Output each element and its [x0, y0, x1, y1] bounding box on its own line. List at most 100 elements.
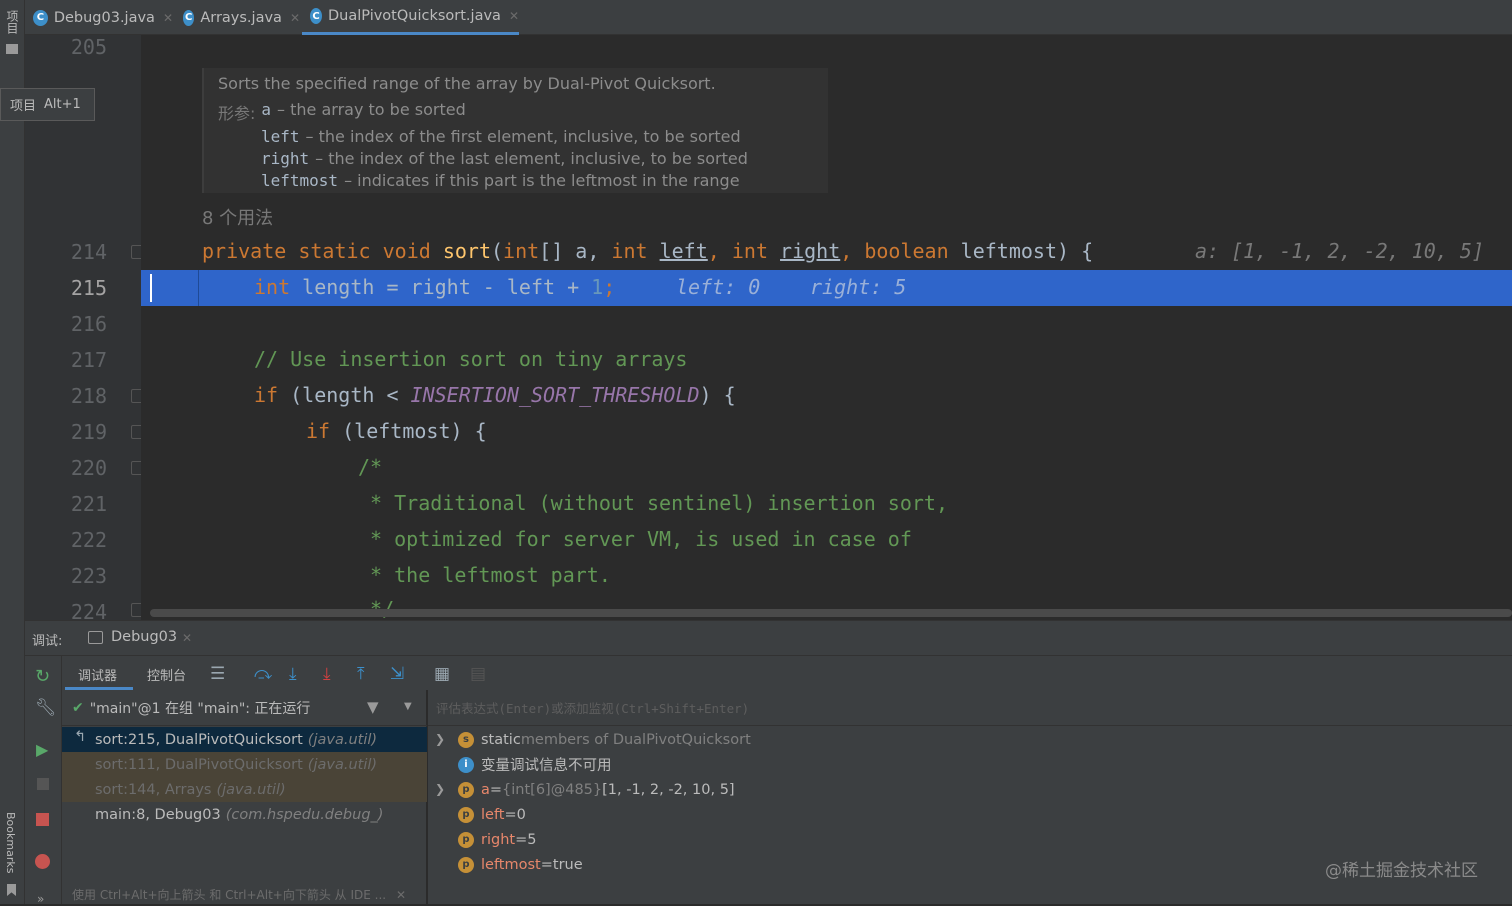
filter-icon[interactable]: ▼ — [367, 698, 379, 716]
class-icon: C — [183, 9, 195, 26]
frame-package: (com.hspedu.debug_) — [225, 806, 384, 823]
frame-row[interactable]: ↰ sort:215, DualPivotQuicksort (java.util… — [62, 727, 427, 752]
code-line-222[interactable]: * optimized for server VM, is used in ca… — [358, 527, 912, 551]
horizontal-scrollbar[interactable] — [150, 609, 1512, 617]
run-to-cursor-icon[interactable]: ⇲ — [390, 664, 404, 684]
code-line-214[interactable]: private static void sort(int[] a, int le… — [202, 239, 1093, 263]
var-name: a — [481, 781, 490, 798]
code-token: ) { — [699, 383, 736, 407]
variable-row[interactable]: p leftmost = true — [458, 852, 583, 877]
param-icon: p — [458, 781, 474, 798]
code-line-220[interactable]: /* — [358, 455, 382, 479]
code-line-218[interactable]: if (length < INSERTION_SORT_THRESHOLD) { — [254, 383, 736, 407]
rerun-icon[interactable]: ↻ — [35, 666, 50, 687]
tab-console[interactable]: 控制台 — [147, 665, 186, 684]
var-eq: = — [489, 781, 503, 798]
code-token: INSERTION_SORT_THRESHOLD — [410, 383, 700, 407]
frames-hint-bar: 使用 Ctrl+Alt+向上箭头 和 Ctrl+Alt+向下箭头 从 IDE .… — [62, 886, 427, 904]
code-token: ; — [603, 275, 616, 299]
code-line-215[interactable]: int length = right - left + 1; — [254, 275, 615, 299]
folder-icon[interactable] — [6, 44, 18, 54]
line-number: 223 — [70, 564, 107, 588]
doc-param-name: a — [261, 100, 272, 119]
tab-label: DualPivotQuicksort.java — [328, 8, 501, 24]
variable-row[interactable]: p a = {int[6]@485} [1, -1, 2, -2, 10, 5] — [458, 777, 735, 802]
close-icon[interactable]: ✕ — [182, 631, 192, 645]
debug-side-toolbar: ↻ 🔧︎ ▶ » — [25, 656, 62, 906]
code-line-219[interactable]: if (leftmost) { — [306, 419, 487, 443]
code-token: [] a, — [539, 239, 612, 263]
doc-param-name: left — [261, 127, 300, 146]
chevron-right-icon[interactable]: ❯ — [435, 732, 445, 746]
debug-session-tab[interactable]: Debug03 — [111, 629, 177, 645]
tooltip-shortcut: Alt+1 — [44, 97, 81, 112]
thread-label: "main"@1 在组 "main": 正在运行 — [89, 700, 311, 717]
step-into-icon[interactable]: ⤓ — [289, 664, 297, 684]
debug-title-label: 调试: — [32, 634, 63, 649]
breakpoints-icon[interactable] — [35, 854, 50, 869]
var-eq: = — [540, 856, 553, 873]
frames-panel: ✔ "main"@1 在组 "main": 正在运行 ▼ ▼ ↰ sort:21… — [62, 690, 427, 904]
line-number: 222 — [70, 528, 107, 552]
code-token: boolean — [864, 239, 949, 263]
tab-debug03[interactable]: C Debug03.java ✕ — [25, 0, 173, 35]
bookmarks-tool-label[interactable]: Bookmarks — [4, 812, 17, 873]
frame-row[interactable]: sort:144, Arrays (java.util) — [62, 777, 427, 802]
code-token: 1 — [591, 275, 604, 299]
frame-row[interactable]: sort:111, DualPivotQuicksort (java.util) — [62, 752, 427, 777]
close-icon[interactable]: ✕ — [163, 11, 173, 25]
code-token: int — [503, 239, 540, 263]
close-icon[interactable]: ✕ — [509, 9, 519, 23]
trace-icon[interactable]: ▤ — [470, 664, 486, 684]
chevron-down-icon[interactable]: ▼ — [404, 701, 412, 712]
usages-hint[interactable]: 8 个用法 — [202, 204, 273, 230]
project-tool-label[interactable]: 项目 — [4, 10, 21, 34]
tab-arrays[interactable]: C Arrays.java ✕ — [175, 0, 300, 35]
frame-package: (java.util) — [307, 731, 378, 748]
frame-text: sort:144, Arrays — [95, 781, 212, 798]
code-line-223[interactable]: * the leftmost part. — [358, 563, 611, 587]
doc-param: 形参: a – the array to be sorted — [218, 100, 814, 124]
tooltip-text: 项目 — [10, 99, 37, 114]
tooltip: 项目 Alt+1 — [0, 88, 95, 121]
pause-icon[interactable] — [37, 778, 49, 790]
var-prefix: static — [481, 731, 521, 748]
code-token: private static void — [202, 239, 443, 263]
bookmark-icon[interactable] — [7, 884, 16, 896]
close-icon[interactable]: ✕ — [396, 888, 406, 902]
wrench-icon[interactable]: 🔧︎ — [35, 698, 57, 718]
evaluate-expression-input[interactable]: 评估表达式(Enter)或添加监视(Ctrl+Shift+Enter) — [428, 690, 1512, 726]
force-step-into-icon[interactable]: ⤓ — [323, 664, 331, 684]
thread-selector[interactable]: ✔ "main"@1 在组 "main": 正在运行 ▼ ▼ — [62, 690, 427, 726]
step-over-icon[interactable]: ⤼ — [254, 664, 272, 684]
var-value: 变量调试信息不可用 — [481, 758, 612, 774]
threads-icon[interactable]: ☰ — [210, 664, 225, 684]
variable-row[interactable]: s static members of DualPivotQuicksort — [458, 727, 751, 752]
close-icon[interactable]: ✕ — [290, 11, 300, 25]
chevron-right-icon[interactable]: ❯ — [435, 782, 445, 796]
doc-param: leftmost – indicates if this part is the … — [218, 171, 814, 190]
tab-dualpivotquicksort[interactable]: C DualPivotQuicksort.java ✕ — [302, 0, 519, 35]
caret — [150, 274, 152, 302]
tab-debugger[interactable]: 调试器 — [78, 665, 117, 684]
debug-title-bar: 调试: Debug03 ✕ — [25, 620, 1512, 656]
doc-param-desc: – indicates if this part is the leftmost… — [344, 171, 740, 190]
eval-placeholder: 评估表达式(Enter)或添加监视(Ctrl+Shift+Enter) — [436, 701, 750, 716]
code-line-221[interactable]: * Traditional (without sentinel) inserti… — [358, 491, 948, 515]
var-value: true — [552, 856, 583, 873]
code-token: int — [611, 239, 648, 263]
stop-icon[interactable] — [36, 813, 49, 826]
current-frame-icon: ↰ — [74, 729, 87, 745]
code-token: , — [840, 239, 865, 263]
variable-row[interactable]: p left = 0 — [458, 802, 526, 827]
var-value: [1, -1, 2, -2, 10, 5] — [602, 781, 735, 798]
variable-row[interactable]: p right = 5 — [458, 827, 536, 852]
resume-icon[interactable]: ▶ — [36, 740, 48, 759]
evaluate-icon[interactable]: ▦ — [434, 664, 450, 684]
frame-row[interactable]: main:8, Debug03 (com.hspedu.debug_) — [62, 802, 427, 827]
code-token: (length < — [278, 383, 411, 407]
line-number: 221 — [70, 492, 107, 516]
code-line-217[interactable]: // Use insertion sort on tiny arrays — [254, 347, 687, 371]
step-out-icon[interactable]: ⤒ — [357, 664, 365, 684]
